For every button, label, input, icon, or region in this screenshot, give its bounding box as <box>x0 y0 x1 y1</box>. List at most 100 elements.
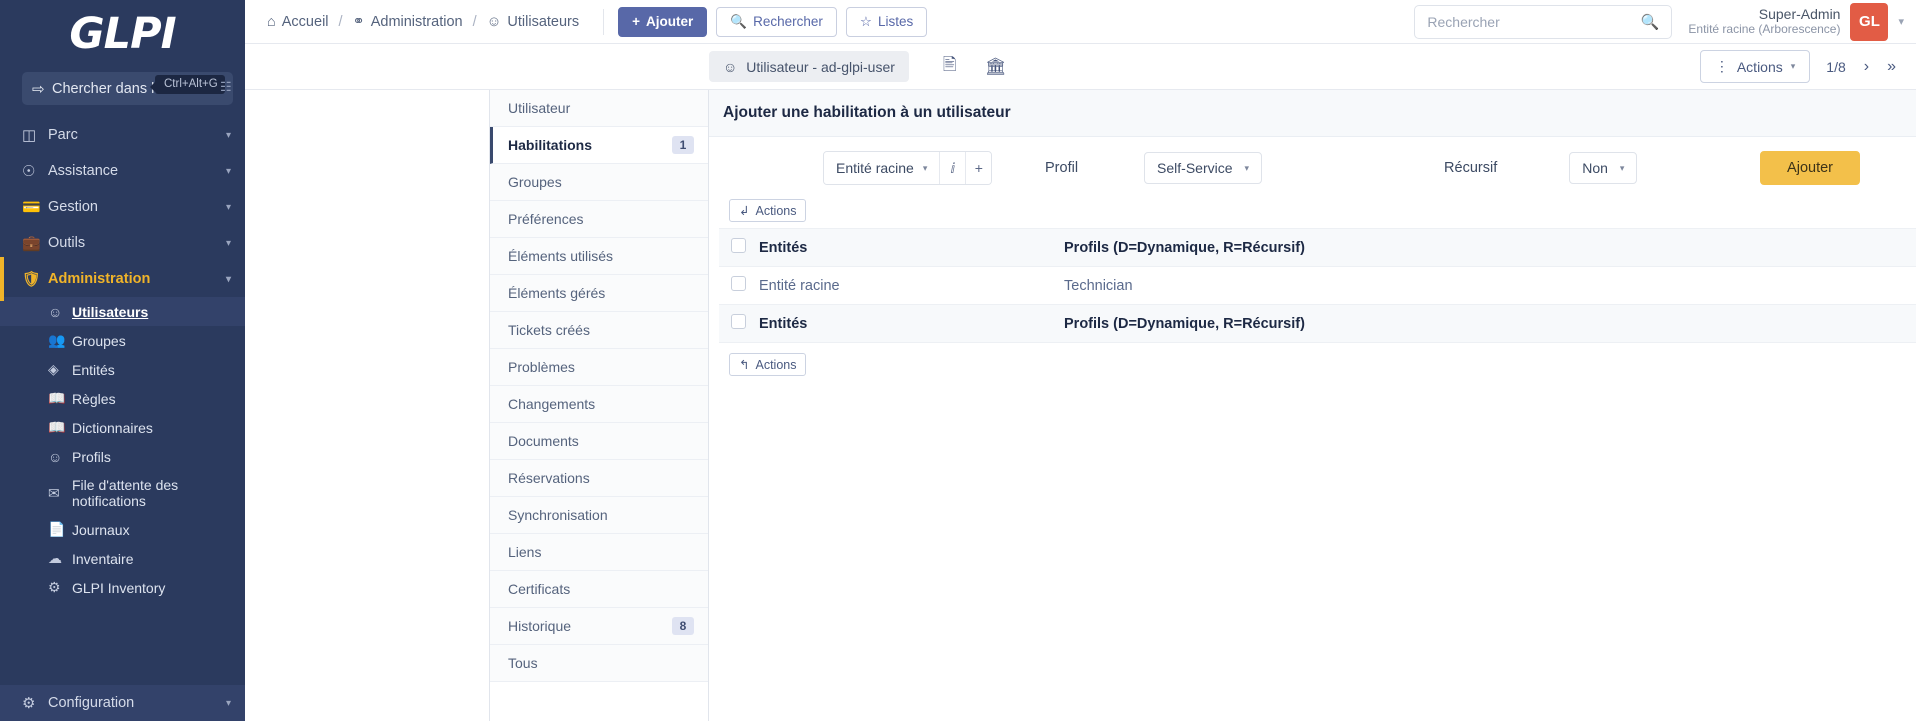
briefcase-icon: 💼 <box>22 235 41 252</box>
subbar-icons: 🖹 🏛 <box>943 52 1006 81</box>
select-all-cell <box>719 228 759 267</box>
submit-ajouter-button[interactable]: Ajouter <box>1760 151 1860 185</box>
sidebar-item-gestion[interactable]: 💳 Gestion ▾ <box>0 189 245 225</box>
recursif-select[interactable]: Non ▾ <box>1569 152 1638 184</box>
footer-entites: Entités <box>759 304 1064 343</box>
search-icon[interactable]: 🔍 <box>1641 13 1660 31</box>
row-entity-link[interactable]: Entité racine <box>759 278 840 294</box>
brand-logo[interactable]: GLPI <box>0 0 245 68</box>
habilitations-table: Entités Profils (D=Dynamique, R=Récursif… <box>719 228 1916 343</box>
menu-search-trigger[interactable]: ⇨ Chercher dans le menu Ctrl+Alt+G ☷ <box>22 72 233 105</box>
chevron-down-icon[interactable]: ▾ <box>1898 15 1904 28</box>
pagination-position: 1/8 <box>1826 58 1846 75</box>
tab-documents[interactable]: Documents <box>490 423 708 460</box>
sidebar-item-entites[interactable]: ◈ Entités <box>0 355 245 384</box>
tab-label: Tickets créés <box>508 322 590 338</box>
sidebar-item-label: Assistance <box>48 163 119 179</box>
breadcrumb: ⌂ Accueil / ⚭ Administration / ☺ Utilisa… <box>267 14 579 30</box>
tab-label: Certificats <box>508 581 571 597</box>
tab-synchronisation[interactable]: Synchronisation <box>490 497 708 534</box>
object-tab-utilisateur[interactable]: ☺ Utilisateur - ad-glpi-user <box>709 51 909 82</box>
tab-groupes[interactable]: Groupes <box>490 164 708 201</box>
tab-reservations[interactable]: Réservations <box>490 460 708 497</box>
glpi-app: GLPI ⇨ Chercher dans le menu Ctrl+Alt+G … <box>0 0 1916 721</box>
table-actions-top-button[interactable]: ↲ Actions <box>729 199 807 222</box>
breadcrumb-item-administration[interactable]: ⚭ Administration <box>353 14 463 30</box>
row-profile: Technician <box>1064 266 1916 305</box>
sidebar-item-regles[interactable]: 📖 Règles <box>0 384 245 413</box>
sidebar-item-label: Parc <box>48 127 78 143</box>
sidebar-item-parc[interactable]: ◫ Parc ▾ <box>0 117 245 153</box>
actions-button-label: Actions <box>1736 58 1783 75</box>
chevron-down-icon: ▾ <box>1790 61 1796 71</box>
breadcrumb-item-accueil[interactable]: ⌂ Accueil <box>267 14 329 30</box>
shield-icon: ⚭ <box>352 13 365 30</box>
table-actions-bottom-button[interactable]: ↰ Actions <box>729 353 807 376</box>
tab-elements-geres[interactable]: Éléments gérés <box>490 275 708 312</box>
global-search[interactable]: 🔍 <box>1414 4 1673 39</box>
tab-habilitations[interactable]: Habilitations 1 <box>490 127 708 164</box>
sidebar-sub-label: File d'attente des notifications <box>72 477 179 509</box>
row-checkbox[interactable] <box>731 276 746 291</box>
vcard-icon[interactable]: 🖹 <box>943 52 957 81</box>
sidebar-item-utilisateurs[interactable]: ☺ Utilisateurs <box>0 297 245 326</box>
profil-select-value: Self-Service <box>1157 160 1233 176</box>
pagination: 1/8 › » <box>1826 58 1896 76</box>
plus-icon[interactable]: + <box>965 152 992 184</box>
actions-dropdown-button[interactable]: ⋮ Actions ▾ <box>1699 50 1811 83</box>
tab-tous[interactable]: Tous <box>490 645 708 682</box>
breadcrumb-separator: / <box>338 13 343 30</box>
add-button[interactable]: + Ajouter <box>618 6 708 37</box>
tab-tickets-crees[interactable]: Tickets créés <box>490 312 708 349</box>
breadcrumb-label: Administration <box>370 13 463 30</box>
tab-changements[interactable]: Changements <box>490 386 708 423</box>
table-row[interactable]: Entité racine Technician <box>719 266 1916 305</box>
search-button[interactable]: 🔍 Rechercher <box>716 6 837 37</box>
glpi-logo-text: GLPI <box>69 9 176 59</box>
sidebar-item-assistance[interactable]: ☉ Assistance ▾ <box>0 153 245 189</box>
select-all-footer-checkbox[interactable] <box>731 314 746 329</box>
sidebar-item-profils[interactable]: ☺ Profils <box>0 442 245 471</box>
sidebar-item-glpi-inventory[interactable]: ⚙ GLPI Inventory <box>0 573 245 602</box>
chevron-down-icon: ▾ <box>225 129 231 141</box>
recursif-field: Récursif Non ▾ <box>1444 152 1638 184</box>
main-area: ⌂ Accueil / ⚭ Administration / ☺ Utilisa… <box>245 0 1916 721</box>
tab-liens[interactable]: Liens <box>490 534 708 571</box>
tab-certificats[interactable]: Certificats <box>490 571 708 608</box>
chevrons-right-icon[interactable]: » <box>1887 58 1896 76</box>
tab-utilisateur[interactable]: Utilisateur <box>490 90 708 127</box>
tab-elements-utilises[interactable]: Éléments utilisés <box>490 238 708 275</box>
tab-preferences[interactable]: Préférences <box>490 201 708 238</box>
chevron-right-icon[interactable]: › <box>1864 58 1869 76</box>
sidebar-sub-label: Journaux <box>72 521 130 538</box>
tab-problemes[interactable]: Problèmes <box>490 349 708 386</box>
sidebar-item-inventaire[interactable]: ☁ Inventaire <box>0 544 245 573</box>
row-profile-link[interactable]: Technician <box>1064 278 1133 294</box>
tab-label: Utilisateur <box>508 100 571 116</box>
sidebar-sub-label: Groupes <box>72 332 126 349</box>
tab-label: Tous <box>508 655 538 671</box>
sidebar-item-configuration[interactable]: ⚙ Configuration ▾ <box>0 685 245 721</box>
select-all-checkbox[interactable] <box>731 238 746 253</box>
bank-icon[interactable]: 🏛 <box>985 57 1007 77</box>
sidebar-item-label: Gestion <box>48 199 98 215</box>
user-menu[interactable]: Super-Admin Entité racine (Arborescence)… <box>1688 2 1904 41</box>
row-select-cell <box>719 266 759 305</box>
sidebar-item-groupes[interactable]: 👥 Groupes <box>0 326 245 355</box>
sidebar-item-dictionnaires[interactable]: 📖 Dictionnaires <box>0 413 245 442</box>
tab-historique[interactable]: Historique 8 <box>490 608 708 645</box>
lists-button[interactable]: ☆ Listes <box>845 6 928 37</box>
profil-select[interactable]: Self-Service ▾ <box>1144 152 1263 184</box>
search-input[interactable] <box>1427 13 1641 30</box>
object-tab-label: Utilisateur - ad-glpi-user <box>746 58 895 75</box>
sidebar-item-file-attente-notifications[interactable]: ✉ File d'attente des notifications <box>0 471 245 515</box>
entity-select[interactable]: Entité racine ▾ <box>824 152 940 184</box>
avatar[interactable]: GL <box>1850 2 1889 41</box>
topbar-actions: + Ajouter 🔍 Rechercher ☆ Listes <box>618 6 928 37</box>
sidebar-item-administration[interactable]: 🛡 Administration ▾ <box>0 257 245 301</box>
breadcrumb-item-utilisateurs[interactable]: ☺ Utilisateurs <box>487 14 580 30</box>
tab-label: Historique <box>508 618 572 634</box>
sidebar-item-outils[interactable]: 💼 Outils ▾ <box>0 225 245 261</box>
info-icon[interactable]: ⅈ <box>939 152 966 184</box>
sidebar-item-journaux[interactable]: 📄 Journaux <box>0 515 245 544</box>
